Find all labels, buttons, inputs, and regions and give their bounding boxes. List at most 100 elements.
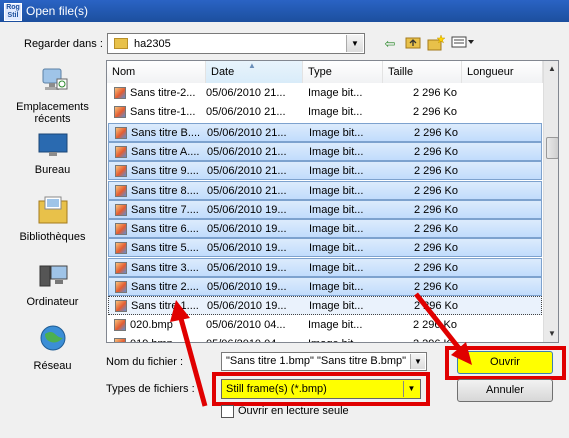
cancel-button[interactable]: Annuler	[457, 379, 553, 402]
file-row[interactable]: Sans titre B.... 05/06/2010 21... Image bi…	[108, 122, 542, 142]
file-type: Image bit...	[308, 106, 363, 119]
file-type: Image bit...	[308, 318, 363, 331]
column-header-type[interactable]: Type	[303, 61, 383, 83]
file-type: Image bit...	[309, 126, 364, 139]
file-list[interactable]: Nom ▲ Date Type Taille Longueur Sans tit…	[106, 60, 559, 343]
bitmap-file-icon	[115, 223, 127, 236]
scroll-up-icon[interactable]: ▲	[544, 61, 558, 77]
file-size: 2 296 Ko	[412, 318, 457, 331]
file-row[interactable]: Sans titre 6.... 05/06/2010 19... Image bi…	[108, 219, 542, 239]
chevron-down-icon[interactable]: ▼	[346, 35, 363, 52]
vertical-scrollbar[interactable]: ▲ ▼	[543, 61, 558, 342]
file-row[interactable]: Sans titre 2.... 05/06/2010 19... Image bi…	[108, 277, 542, 296]
window-title: Open file(s)	[26, 4, 89, 18]
file-date: 05/06/2010 19...	[207, 281, 287, 293]
place-label: Bibliothèques	[19, 231, 86, 243]
chevron-down-icon[interactable]: ▼	[403, 381, 419, 397]
bitmap-file-icon	[115, 145, 127, 158]
readonly-label: Ouvrir en lecture seule	[238, 405, 349, 417]
scrollbar-thumb[interactable]	[546, 137, 558, 159]
file-row[interactable]: Sans titre 3.... 05/06/2010 19... Image bi…	[108, 257, 542, 277]
file-name: 019.bmp	[130, 338, 205, 342]
bitmap-file-icon	[115, 300, 127, 313]
file-name: Sans titre 8....	[131, 184, 199, 197]
file-row[interactable]: Sans titre 8.... 05/06/2010 21... Image bi…	[108, 180, 542, 200]
file-date: 05/06/2010 21...	[207, 165, 287, 178]
open-button[interactable]: Ouvrir	[457, 351, 553, 374]
filetype-label: Types de fichiers :	[106, 383, 195, 395]
file-row[interactable]: Sans titre A.... 05/06/2010 21... Image bi…	[108, 141, 542, 161]
file-size: 2 296 Ko	[413, 223, 458, 236]
file-row[interactable]: Sans titre 1.... 05/06/2010 19... Image bi…	[108, 296, 542, 316]
place-computer[interactable]: Ordinateur	[5, 262, 100, 308]
file-date: 05/06/2010 19...	[207, 300, 287, 313]
file-date: 05/06/2010 19...	[207, 242, 287, 255]
place-label: Réseau	[33, 360, 72, 372]
file-size: 2 296 Ko	[413, 261, 458, 274]
place-libraries[interactable]: Bibliothèques	[5, 195, 100, 243]
file-date: 05/06/2010 04...	[206, 318, 286, 331]
open-file-dialog: Rog Stil Open file(s) Regarder dans : ha2…	[0, 0, 569, 438]
file-size: 2 296 Ko	[413, 126, 458, 139]
column-header-length[interactable]: Longueur	[462, 61, 543, 83]
place-recent[interactable]: Emplacements récents	[5, 65, 100, 125]
chevron-down-icon[interactable]: ▼	[410, 354, 425, 369]
back-icon[interactable]: ⇦	[381, 35, 399, 53]
file-type: Image bit...	[309, 223, 364, 236]
filename-input[interactable]: "Sans titre 1.bmp" "Sans titre B.bmp" "S	[226, 355, 406, 367]
file-date: 05/06/2010 21...	[207, 126, 287, 139]
folder-icon	[114, 38, 128, 49]
readonly-checkbox[interactable]	[221, 405, 234, 418]
file-row[interactable]: Sans titre 5.... 05/06/2010 19... Image bi…	[108, 238, 542, 258]
recent-places-icon	[5, 65, 100, 98]
bitmap-file-icon	[115, 203, 127, 216]
column-header-date[interactable]: ▲ Date	[206, 61, 303, 83]
filename-combobox[interactable]: "Sans titre 1.bmp" "Sans titre B.bmp" "S…	[221, 352, 427, 371]
file-name: Sans titre 3....	[131, 261, 199, 274]
place-desktop[interactable]: Bureau	[5, 132, 100, 176]
file-size: 2 296 Ko	[413, 242, 458, 255]
libraries-icon	[5, 195, 100, 228]
file-row[interactable]: Sans titre-1... 05/06/2010 21... Image bit…	[108, 103, 542, 122]
title-bar[interactable]: Rog Stil Open file(s)	[0, 0, 569, 22]
filetype-value: Still frame(s) (*.bmp)	[226, 383, 327, 395]
file-name: 020.bmp	[130, 318, 173, 331]
file-size: 2 296 Ko	[413, 165, 458, 178]
file-name: Sans titre-2...	[130, 87, 196, 99]
file-row[interactable]: 020.bmp 05/06/2010 04... Image bit... 2 296…	[108, 316, 542, 335]
file-date: 05/06/2010 19...	[207, 223, 287, 236]
views-menu-icon[interactable]	[450, 35, 476, 53]
up-folder-icon[interactable]	[404, 35, 422, 53]
file-size: 2 296 Ko	[413, 203, 458, 216]
bitmap-file-icon	[115, 261, 127, 274]
file-name: Sans titre 1....	[131, 300, 199, 313]
place-network[interactable]: Réseau	[5, 324, 100, 372]
place-label: Ordinateur	[26, 296, 79, 308]
file-name: Sans titre 7....	[131, 203, 199, 216]
file-size: 2 296 Ko	[413, 300, 458, 313]
file-type: Image bit...	[309, 300, 364, 313]
file-row[interactable]: Sans titre 7.... 05/06/2010 19... Image bi…	[108, 199, 542, 219]
file-name: Sans titre B....	[131, 126, 201, 139]
filetype-dropdown[interactable]: Still frame(s) (*.bmp) ▼	[221, 379, 421, 399]
file-date: 05/06/2010 19...	[207, 203, 287, 216]
sort-ascending-icon: ▲	[248, 61, 256, 70]
places-bar: Emplacements récents Bureau Bibliothèque…	[5, 60, 100, 372]
file-row[interactable]: Sans titre 9.... 05/06/2010 21... Image bi…	[108, 161, 542, 181]
column-header-date-label: Date	[211, 66, 235, 78]
bitmap-file-icon	[114, 337, 126, 342]
file-name: Sans titre A....	[131, 145, 200, 158]
bitmap-file-icon	[115, 184, 127, 197]
new-folder-icon[interactable]	[427, 34, 446, 53]
scroll-down-icon[interactable]: ▼	[544, 326, 558, 342]
file-date: 05/06/2010 21...	[206, 106, 286, 119]
file-type: Image bit...	[309, 281, 364, 293]
file-type: Image bit...	[309, 242, 364, 255]
column-header-size[interactable]: Taille	[383, 61, 462, 83]
file-date: 05/06/2010 21...	[207, 184, 287, 197]
file-row[interactable]: Sans titre-2... 05/06/2010 21... Image bit…	[108, 84, 542, 103]
column-header-name[interactable]: Nom	[107, 61, 206, 83]
file-row[interactable]: 019.bmp05/06/2010 04... Image bit...2 296…	[108, 335, 542, 342]
bitmap-file-icon	[114, 106, 126, 119]
look-in-dropdown[interactable]: ha2305 ▼	[107, 33, 365, 54]
